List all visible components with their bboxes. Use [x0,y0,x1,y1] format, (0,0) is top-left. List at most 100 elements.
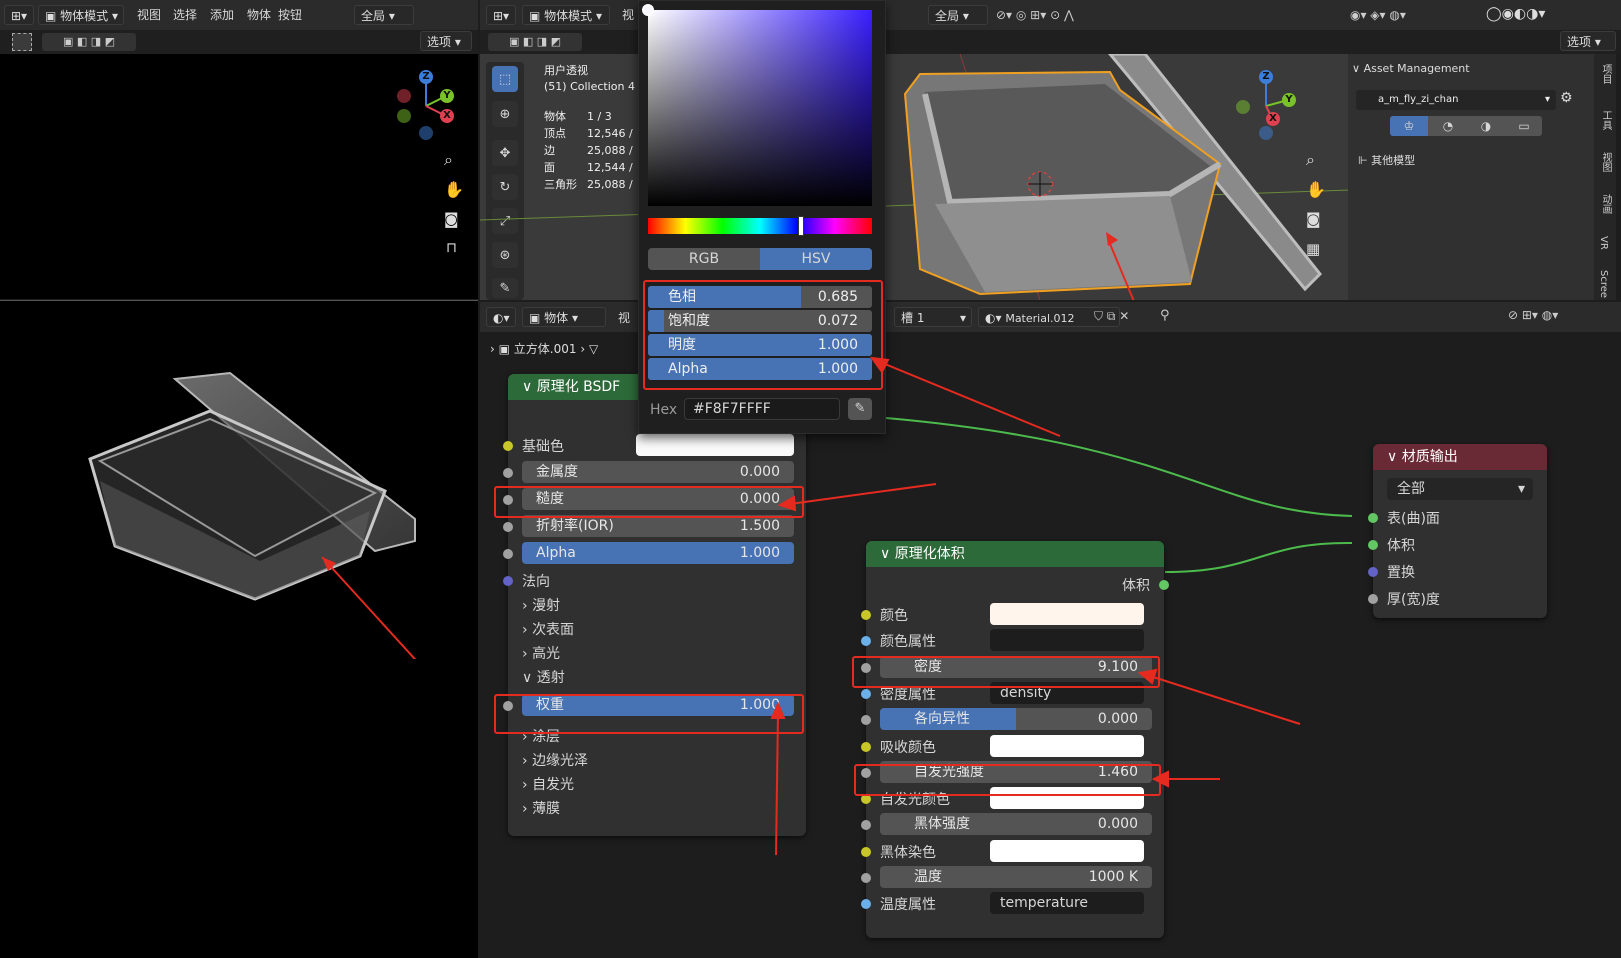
menu-object[interactable]: 物体 [247,6,271,23]
principled-bsdf-node[interactable]: ∨ 原理化 BSDF 基础色 金属度 0.000 糙度 0.000 折射率(IOR)… [503,374,806,836]
mid-select-mode-icons[interactable]: ▣ ◧ ◨ ◩ [488,33,582,51]
node-menu-view[interactable]: 视 [618,309,630,326]
menu-button[interactable]: 按钮 [278,6,302,23]
menu-view-mid[interactable]: 视 [622,6,634,23]
section-thin-film[interactable]: › 薄膜 [508,796,806,820]
pin-icon[interactable]: ⚲ [1160,308,1170,323]
color-cursor[interactable] [642,4,654,16]
shading-icons[interactable]: ◯◉◐◑▾ [1486,6,1545,22]
hand-icon[interactable]: ✋ [1306,180,1326,199]
volume-color-swatch[interactable] [990,603,1144,625]
material-action-icons[interactable]: ⛉ ⧉ ✕ [1094,309,1129,324]
section-specular[interactable]: › 高光 [508,641,806,665]
sidebar-tab-screen[interactable]: Scree [1598,270,1609,298]
socket[interactable] [1159,580,1169,590]
tab-rgb[interactable]: RGB [648,248,760,270]
socket[interactable] [503,441,513,451]
mid-options-select[interactable]: 选项 ▾ [1560,31,1616,51]
node-overlay-icons[interactable]: ⊘ ⊞▾ ◍▾ [1508,308,1558,322]
volume-color-swatch[interactable] [990,734,1144,757]
tab-asset-object-icon[interactable]: ♔ [1390,116,1428,136]
node-editor-type-icon[interactable]: ◐▾ [486,307,516,327]
socket[interactable] [861,873,871,883]
camera-icon[interactable]: ◙ [444,210,459,228]
tab-asset-shader-icon[interactable]: ◑ [1468,116,1504,136]
socket[interactable] [1368,540,1378,550]
hex-input[interactable]: #F8F7FFFF [684,398,840,420]
hand-icon[interactable]: ✋ [444,180,464,199]
tab-hsv[interactable]: HSV [760,248,872,270]
left-options-select[interactable]: 选项 ▾ [420,31,472,51]
socket[interactable] [503,522,513,532]
zoom-icon[interactable]: ⌕ [444,150,453,170]
sidebar-tab-view[interactable]: 视图 [1598,152,1613,172]
camera-icon[interactable]: ◙ [1306,210,1321,228]
select-box-icon[interactable] [12,33,32,51]
socket[interactable] [503,576,513,586]
ior-field[interactable]: 折射率(IOR) 1.500 [522,515,794,537]
sidebar-tab-vr[interactable]: VR [1598,236,1609,250]
sidebar-tab-item[interactable]: 项目 [1598,64,1613,84]
socket[interactable] [861,899,871,910]
volume-field[interactable]: 黑体强度 0.000 [880,813,1152,836]
alpha-field[interactable]: Alpha 1.000 [522,542,794,564]
socket[interactable] [1368,594,1378,604]
base-color-swatch[interactable] [636,434,794,456]
output-node-header[interactable]: ∨ 材质输出 [1373,444,1547,470]
menu-select[interactable]: 选择 [173,6,197,23]
socket[interactable] [861,610,871,620]
left-editor-type-icon[interactable]: ⊞▾ [4,5,34,25]
socket[interactable] [503,549,513,559]
select-mode-icons[interactable]: ▣ ◧ ◨ ◩ [42,33,136,51]
principled-volume-node[interactable]: ∨ 原理化体积 体积 颜色 颜色属性 密度 9.100 密度属性 density 各向异性 0… [861,541,1169,938]
left-mode-select[interactable]: ▣ 物体模式 ▾ [38,5,124,25]
zoom-icon[interactable]: ⌕ [1306,150,1315,170]
volume-color-swatch[interactable] [990,839,1144,862]
socket[interactable] [861,820,871,831]
menu-view[interactable]: 视图 [137,6,161,23]
asset-item[interactable]: ⊩ 其他模型 [1358,152,1415,168]
eyedropper-icon[interactable]: ✎ [848,398,872,420]
tab-asset-material-icon[interactable]: ◔ [1430,116,1466,136]
sidebar-tab-animation[interactable]: 动画 [1598,194,1613,214]
tab-asset-screen-icon[interactable]: ▭ [1506,116,1542,136]
metallic-field[interactable]: 金属度 0.000 [522,461,794,483]
node-object-select[interactable]: ▣ 物体 ▾ [522,307,606,327]
socket[interactable] [861,636,871,647]
socket[interactable] [861,846,871,857]
asset-library-select[interactable]: a_m_fly_zi_chan ▾ [1356,90,1556,110]
lock-icon[interactable]: ⊓ [446,240,457,256]
asset-type-tabs[interactable]: ♔ ◔ ◑ ▭ [1390,116,1542,136]
menu-add[interactable]: 添加 [210,6,234,23]
socket[interactable] [1368,567,1378,577]
socket[interactable] [861,715,871,726]
grid-icon[interactable]: ▦ [1306,240,1320,258]
volume-attribute-field[interactable]: temperature [990,892,1144,915]
axis-gizmo[interactable]: Z Y X [396,68,460,140]
color-sv-field[interactable] [642,4,872,206]
hue-handle[interactable] [798,216,805,236]
section-subsurface[interactable]: › 次表面 [508,617,806,641]
hue-slider[interactable] [648,216,872,236]
volume-field[interactable]: 温度 1000 K [880,866,1152,888]
volume-attribute-field[interactable] [990,629,1144,652]
section-sheen[interactable]: › 边缘光泽 [508,748,806,772]
section-emission[interactable]: › 自发光 [508,772,806,796]
sidebar-tab-tool[interactable]: 工具 [1598,110,1613,130]
output-target-select[interactable]: 全部 ▾ [1387,478,1533,500]
volume-field[interactable]: 各向异性 0.000 [880,708,1152,731]
socket[interactable] [1368,513,1378,523]
volume-node-header[interactable]: ∨ 原理化体积 [866,541,1164,567]
slot-select[interactable]: 槽 1 ▾ [894,307,972,327]
section-diffuse[interactable]: › 漫射 [508,593,806,617]
socket[interactable] [503,468,513,478]
material-output-node[interactable]: ∨ 材质输出 全部 ▾ 表(曲)面 体积 置换 厚(宽)度 [1368,444,1547,618]
gear-icon[interactable]: ⚙ [1560,90,1573,106]
left-transform-select[interactable]: 全局 ▾ [354,5,414,25]
overlay-icons[interactable]: ◉▾ ◈▾ ◍▾ [1350,8,1406,22]
section-transmission[interactable]: ∨ 透射 [508,665,806,689]
mid-transform-select[interactable]: 全局 ▾ [928,5,988,25]
socket[interactable] [861,688,871,699]
mid-mode-select[interactable]: ▣ 物体模式 ▾ [522,5,610,25]
mid-axis-gizmo[interactable]: Z Y X [1236,68,1300,140]
